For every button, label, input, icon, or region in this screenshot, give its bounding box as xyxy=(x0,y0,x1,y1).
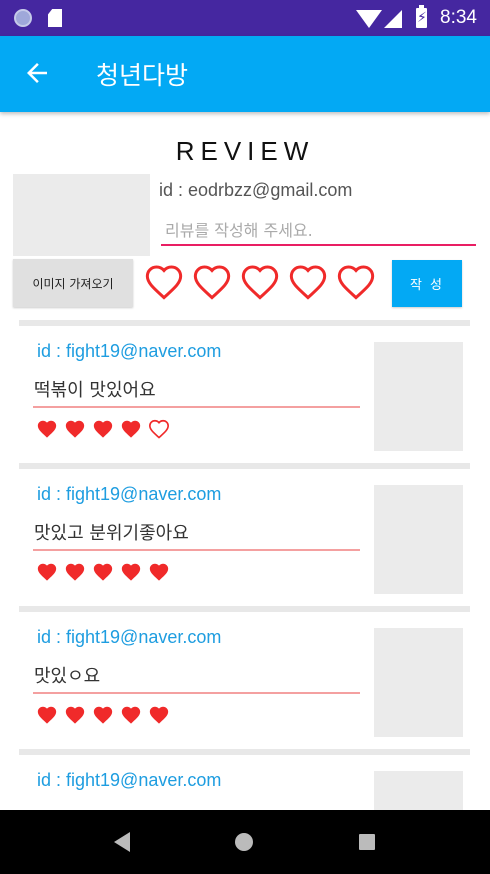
review-text: 맛있고 분위기좋아요 xyxy=(33,519,360,551)
review-heading: REVIEW xyxy=(175,136,315,166)
heart-filled-icon xyxy=(37,706,57,724)
list-divider xyxy=(19,749,470,755)
heart-filled-icon xyxy=(65,563,85,581)
my-review-image-placeholder xyxy=(13,174,150,256)
heart-filled-icon xyxy=(93,420,113,438)
review-image[interactable] xyxy=(374,771,463,810)
review-rating xyxy=(35,418,175,440)
heart-outline-icon[interactable] xyxy=(286,262,330,302)
status-time: 8:34 xyxy=(440,7,477,28)
review-image[interactable] xyxy=(374,628,463,737)
heart-filled-icon xyxy=(65,420,85,438)
review-rating xyxy=(35,561,175,583)
notification-circle-icon xyxy=(14,9,32,27)
heart-filled-icon xyxy=(149,563,169,581)
heart-filled-icon xyxy=(149,706,169,724)
heart-filled-icon xyxy=(37,563,57,581)
heart-filled-icon xyxy=(65,706,85,724)
current-user-id: id : eodrbzz@gmail.com xyxy=(159,180,353,200)
heart-outline-icon[interactable] xyxy=(142,262,186,302)
review-user-id: id : fight19@naver.com xyxy=(37,770,222,790)
list-divider xyxy=(19,463,470,469)
review-text: 맛있ㅇ요 xyxy=(33,662,360,694)
nav-back-icon[interactable] xyxy=(114,832,130,852)
cell-signal-icon xyxy=(384,10,402,28)
rating-selector[interactable] xyxy=(142,262,382,306)
review-text-input[interactable] xyxy=(161,216,476,246)
list-divider xyxy=(19,320,470,326)
nav-home-icon[interactable] xyxy=(235,833,253,851)
heart-filled-icon xyxy=(37,420,57,438)
heart-filled-icon xyxy=(121,420,141,438)
list-divider xyxy=(19,606,470,612)
status-bar: ⚡ 8:34 xyxy=(0,0,490,36)
heart-outline-icon xyxy=(149,419,169,439)
heart-filled-icon xyxy=(93,706,113,724)
heart-outline-icon[interactable] xyxy=(238,262,282,302)
submit-review-button[interactable]: 작 성 xyxy=(392,260,462,307)
back-arrow-icon[interactable] xyxy=(22,58,52,88)
heart-outline-icon[interactable] xyxy=(334,262,378,302)
review-user-id: id : fight19@naver.com xyxy=(37,484,222,504)
app-title: 청년다방 xyxy=(96,61,189,90)
battery-charging-icon: ⚡ xyxy=(416,5,427,28)
heart-filled-icon xyxy=(93,563,113,581)
heart-outline-icon[interactable] xyxy=(190,262,234,302)
review-image[interactable] xyxy=(374,342,463,451)
sd-card-icon xyxy=(48,9,62,27)
nav-recent-apps-icon[interactable] xyxy=(359,834,375,850)
review-user-id: id : fight19@naver.com xyxy=(37,627,222,647)
heart-filled-icon xyxy=(121,563,141,581)
review-image[interactable] xyxy=(374,485,463,594)
heart-filled-icon xyxy=(121,706,141,724)
review-rating xyxy=(35,704,175,726)
wifi-icon xyxy=(356,10,382,28)
review-text: 떡볶이 맛있어요 xyxy=(33,376,360,408)
app-bar: 청년다방 xyxy=(0,36,490,112)
review-list[interactable]: id : fight19@naver.com 떡볶이 맛있어요 id : fight… xyxy=(0,320,490,810)
get-image-button[interactable]: 이미지 가져오기 xyxy=(13,259,133,307)
review-user-id: id : fight19@naver.com xyxy=(37,341,222,361)
